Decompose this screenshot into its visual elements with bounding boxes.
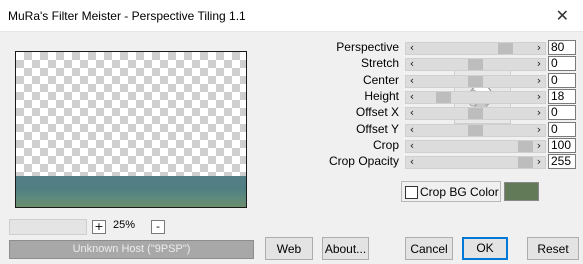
slider-perspective[interactable]: ‹ › — [405, 41, 546, 55]
zoom-in-button[interactable]: + — [92, 220, 106, 234]
slider-thumb[interactable] — [518, 141, 533, 152]
param-label-stretch: Stretch — [360, 56, 399, 70]
about-button[interactable]: About... — [322, 237, 369, 260]
slider-thumb[interactable] — [468, 59, 483, 70]
slider-right-arrow-icon[interactable]: › — [533, 57, 545, 70]
slider-height[interactable]: ‹ › — [405, 90, 546, 104]
zoom-level: 25% — [113, 219, 136, 231]
value-field-offset-y[interactable]: 0 — [548, 122, 576, 137]
param-label-crop-opacity: Crop Opacity — [328, 154, 399, 168]
slider-thumb[interactable] — [436, 92, 451, 103]
param-label-offset-y: Offset Y — [356, 122, 399, 136]
slider-center[interactable]: ‹ › — [405, 74, 546, 88]
slider-right-arrow-icon[interactable]: › — [533, 106, 545, 119]
slider-crop[interactable]: ‹ › — [405, 139, 546, 153]
title-bar: MuRa's Filter Meister - Perspective Tili… — [0, 0, 583, 32]
zoom-track — [9, 219, 87, 235]
slider-left-arrow-icon[interactable]: ‹ — [406, 123, 418, 136]
zoom-out-button[interactable]: - — [151, 220, 165, 234]
param-label-center: Center — [362, 73, 399, 87]
slider-left-arrow-icon[interactable]: ‹ — [406, 139, 418, 152]
slider-thumb[interactable] — [518, 157, 533, 168]
value-field-offset-x[interactable]: 0 — [548, 105, 576, 120]
slider-left-arrow-icon[interactable]: ‹ — [406, 41, 418, 54]
close-icon[interactable]: ✕ — [556, 6, 569, 25]
slider-left-arrow-icon[interactable]: ‹ — [406, 106, 418, 119]
web-button[interactable]: Web — [265, 237, 313, 260]
param-label-height: Height — [364, 89, 399, 103]
value-field-crop-opacity[interactable]: 255 — [548, 154, 576, 169]
slider-thumb[interactable] — [468, 108, 483, 119]
slider-thumb[interactable] — [498, 43, 513, 54]
slider-right-arrow-icon[interactable]: › — [533, 74, 545, 87]
param-label-perspective: Perspective — [336, 40, 399, 54]
crop-bg-label: Crop BG Color — [420, 185, 499, 199]
slider-left-arrow-icon[interactable]: ‹ — [406, 90, 418, 103]
preview-canvas[interactable] — [15, 51, 247, 208]
slider-crop-opacity[interactable]: ‹ › — [405, 155, 546, 169]
host-status: Unknown Host ("9PSP") — [9, 240, 254, 259]
cancel-button[interactable]: Cancel — [405, 237, 453, 260]
slider-thumb[interactable] — [468, 76, 483, 87]
slider-left-arrow-icon[interactable]: ‹ — [406, 57, 418, 70]
value-field-height[interactable]: 18 — [548, 89, 576, 104]
slider-right-arrow-icon[interactable]: › — [533, 139, 545, 152]
value-field-crop[interactable]: 100 — [548, 138, 576, 153]
crop-bg-checkbox[interactable] — [405, 186, 418, 199]
slider-right-arrow-icon[interactable]: › — [533, 155, 545, 168]
slider-stretch[interactable]: ‹ › — [405, 57, 546, 71]
slider-thumb[interactable] — [468, 125, 483, 136]
param-label-offset-x: Offset X — [355, 105, 399, 119]
crop-bg-color-swatch[interactable] — [504, 182, 539, 201]
slider-offset-y[interactable]: ‹ › — [405, 123, 546, 137]
param-label-crop: Crop — [372, 138, 399, 152]
slider-right-arrow-icon[interactable]: › — [533, 123, 545, 136]
value-field-perspective[interactable]: 80 — [548, 40, 576, 55]
slider-left-arrow-icon[interactable]: ‹ — [406, 155, 418, 168]
slider-offset-x[interactable]: ‹ › — [405, 106, 546, 120]
reset-button[interactable]: Reset — [527, 237, 579, 260]
ok-button[interactable]: OK — [462, 237, 508, 260]
window-title: MuRa's Filter Meister - Perspective Tili… — [8, 9, 246, 23]
preview-tiled-image — [16, 176, 246, 207]
value-field-stretch[interactable]: 0 — [548, 56, 576, 71]
value-field-center[interactable]: 0 — [548, 73, 576, 88]
slider-right-arrow-icon[interactable]: › — [533, 90, 545, 103]
slider-left-arrow-icon[interactable]: ‹ — [406, 74, 418, 87]
slider-right-arrow-icon[interactable]: › — [533, 41, 545, 54]
